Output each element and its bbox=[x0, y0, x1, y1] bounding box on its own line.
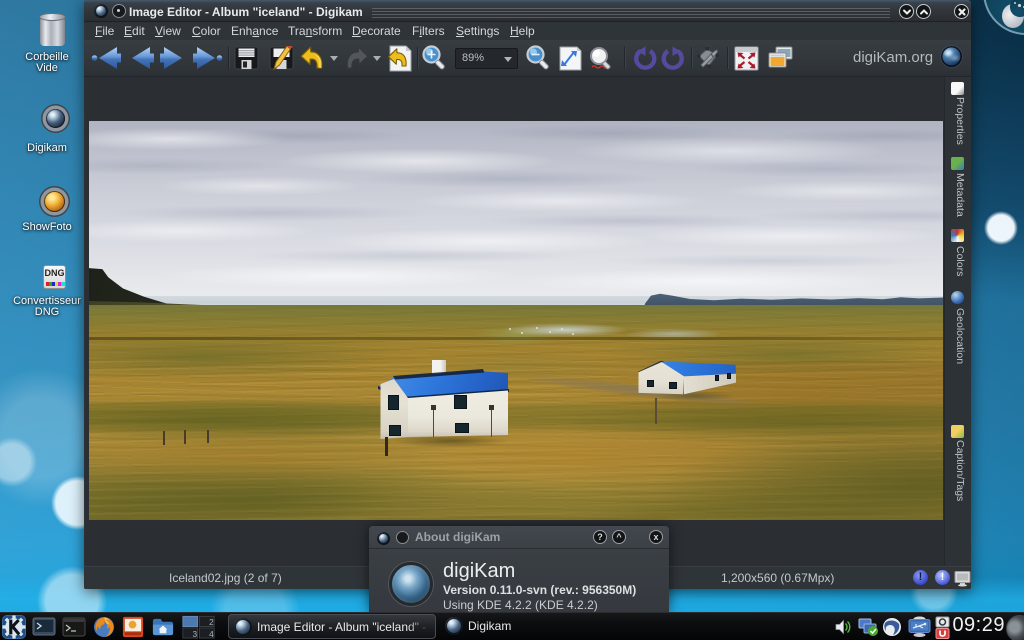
svg-text:4: 4 bbox=[209, 629, 214, 639]
svg-text:3: 3 bbox=[193, 629, 198, 639]
svg-text:2: 2 bbox=[209, 617, 214, 627]
